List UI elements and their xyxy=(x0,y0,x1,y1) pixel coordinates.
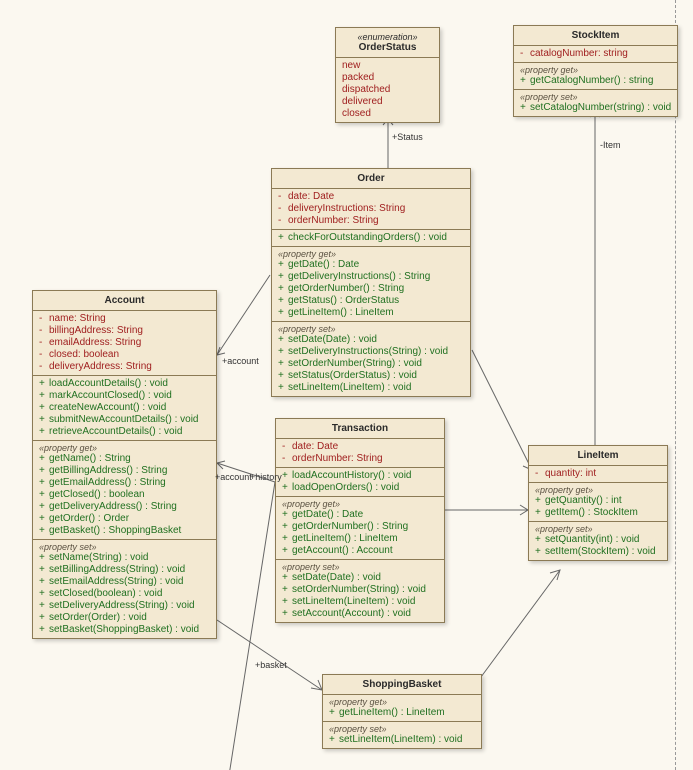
member-row: +getDate() : Date xyxy=(276,259,466,271)
class-orderstatus: «enumeration» OrderStatus newpackeddispa… xyxy=(335,27,440,123)
class-stockitem: StockItem -catalogNumber: string «proper… xyxy=(513,25,678,117)
enum-literal: closed xyxy=(340,108,435,120)
enum-literal: dispatched xyxy=(340,84,435,96)
member-row: +setStatus(OrderStatus) : void xyxy=(276,370,466,382)
member-row: -deliveryAddress: String xyxy=(37,361,212,373)
member-row: +setLineItem(LineItem) : void xyxy=(276,382,466,394)
member-row: +setBillingAddress(String) : void xyxy=(37,564,212,576)
member-row: +getDate() : Date xyxy=(280,509,440,521)
member-row: +getDeliveryAddress() : String xyxy=(37,501,212,513)
member-row: +getStatus() : OrderStatus xyxy=(276,295,466,307)
member-row: +getQuantity() : int xyxy=(533,495,663,507)
member-row: +getLineItem() : LineItem xyxy=(276,307,466,319)
class-title: Order xyxy=(272,169,470,189)
member-row: +markAccountClosed() : void xyxy=(37,390,212,402)
class-title: StockItem xyxy=(514,26,677,46)
class-account: Account -name: String-billingAddress: St… xyxy=(32,290,217,639)
member-row: -billingAddress: String xyxy=(37,325,212,337)
member-row: +getOrderNumber() : String xyxy=(280,521,440,533)
edge-label-item: -Item xyxy=(600,140,621,150)
edge-label-status: +Status xyxy=(392,132,423,142)
member-row: -orderNumber: String xyxy=(276,215,466,227)
member-row: +getClosed() : boolean xyxy=(37,489,212,501)
class-title: Transaction xyxy=(276,419,444,439)
member-row: +setDate(Date) : void xyxy=(276,334,466,346)
member-row: +setItem(StockItem) : void xyxy=(533,546,663,558)
member-row: +loadOpenOrders() : void xyxy=(280,482,440,494)
edge-label-account: +account xyxy=(215,472,252,482)
member-row: +setOrder(Order) : void xyxy=(37,612,212,624)
class-title: LineItem xyxy=(529,446,667,466)
member-row: +setEmailAddress(String) : void xyxy=(37,576,212,588)
class-transaction: Transaction -date: Date-orderNumber: Str… xyxy=(275,418,445,623)
member-row: +getLineItem() : LineItem xyxy=(327,707,477,719)
class-lineitem: LineItem -quantity: int «property get»+g… xyxy=(528,445,668,561)
edge-label-history: +history xyxy=(250,472,282,482)
member-row: +getOrder() : Order xyxy=(37,513,212,525)
member-row: +getItem() : StockItem xyxy=(533,507,663,519)
member-row: +loadAccountHistory() : void xyxy=(280,470,440,482)
member-row: +createNewAccount() : void xyxy=(37,402,212,414)
member-row: +checkForOutstandingOrders() : void xyxy=(276,232,466,244)
enum-literal: packed xyxy=(340,72,435,84)
member-row: -closed: boolean xyxy=(37,349,212,361)
member-row: +getCatalogNumber() : string xyxy=(518,75,673,87)
member-row: +setDeliveryAddress(String) : void xyxy=(37,600,212,612)
member-row: +retrieveAccountDetails() : void xyxy=(37,426,212,438)
member-row: -emailAddress: String xyxy=(37,337,212,349)
class-order: Order -date: Date-deliveryInstructions: … xyxy=(271,168,471,397)
enum-literal: new xyxy=(340,60,435,72)
edge-label-account: +account xyxy=(222,356,259,366)
edge-label-basket: +basket xyxy=(255,660,287,670)
member-row: -deliveryInstructions: String xyxy=(276,203,466,215)
member-row: +getName() : String xyxy=(37,453,212,465)
member-row: +getDeliveryInstructions() : String xyxy=(276,271,466,283)
member-row: +setAccount(Account) : void xyxy=(280,608,440,620)
member-row: +getBillingAddress() : String xyxy=(37,465,212,477)
member-row: +setOrderNumber(String) : void xyxy=(280,584,440,596)
class-title: ShoppingBasket xyxy=(323,675,481,695)
class-shoppingbasket: ShoppingBasket «property get»+getLineIte… xyxy=(322,674,482,749)
member-row: +setBasket(ShoppingBasket) : void xyxy=(37,624,212,636)
member-row: -name: String xyxy=(37,313,212,325)
member-row: +getBasket() : ShoppingBasket xyxy=(37,525,212,537)
member-row: +setLineItem(LineItem) : void xyxy=(280,596,440,608)
member-row: +loadAccountDetails() : void xyxy=(37,378,212,390)
enum-literal: delivered xyxy=(340,96,435,108)
member-row: +getAccount() : Account xyxy=(280,545,440,557)
member-row: +setName(String) : void xyxy=(37,552,212,564)
member-row: -quantity: int xyxy=(533,468,663,480)
member-row: +getEmailAddress() : String xyxy=(37,477,212,489)
member-row: -date: Date xyxy=(280,441,440,453)
member-row: +setDate(Date) : void xyxy=(280,572,440,584)
class-title: «enumeration» OrderStatus xyxy=(336,28,439,58)
class-title: Account xyxy=(33,291,216,311)
member-row: -date: Date xyxy=(276,191,466,203)
member-row: +setDeliveryInstructions(String) : void xyxy=(276,346,466,358)
member-row: +setClosed(boolean) : void xyxy=(37,588,212,600)
member-row: +getLineItem() : LineItem xyxy=(280,533,440,545)
member-row: +setOrderNumber(String) : void xyxy=(276,358,466,370)
member-row: +setCatalogNumber(string) : void xyxy=(518,102,673,114)
member-row: +getOrderNumber() : String xyxy=(276,283,466,295)
member-row: +setLineItem(LineItem) : void xyxy=(327,734,477,746)
member-row: +submitNewAccountDetails() : void xyxy=(37,414,212,426)
literals-section: newpackeddispatcheddeliveredclosed xyxy=(336,58,439,122)
member-row: -catalogNumber: string xyxy=(518,48,673,60)
member-row: +setQuantity(int) : void xyxy=(533,534,663,546)
member-row: -orderNumber: String xyxy=(280,453,440,465)
